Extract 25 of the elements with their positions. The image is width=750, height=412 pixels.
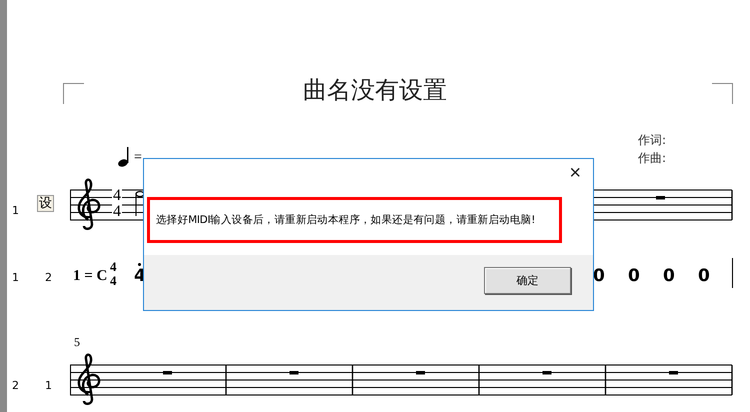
composer-label: 作曲: bbox=[638, 150, 666, 167]
measure-number: 5 bbox=[74, 335, 80, 350]
numbered-note: 0 bbox=[698, 266, 710, 286]
numbered-note: 0 bbox=[628, 266, 640, 286]
time-signature-digit: 4 bbox=[112, 204, 122, 219]
settings-button[interactable]: 设 bbox=[37, 195, 54, 212]
tempo-marking: = bbox=[134, 150, 142, 166]
track-number: 1 bbox=[45, 379, 52, 392]
ok-button[interactable]: 确定 bbox=[484, 267, 571, 294]
numbered-note: 0 bbox=[593, 266, 605, 286]
track-number: 2 bbox=[12, 379, 19, 392]
corner-mark bbox=[712, 83, 733, 104]
track-number: 1 bbox=[12, 271, 19, 284]
score-title: 曲名没有设置 bbox=[302, 75, 448, 106]
key-signature: 1 = C bbox=[73, 268, 108, 285]
track-number: 2 bbox=[45, 271, 52, 284]
time-signature-digit: 4 bbox=[110, 260, 116, 274]
track-number: 1 bbox=[12, 204, 19, 217]
time-signature-digit: 4 bbox=[110, 274, 116, 288]
corner-mark bbox=[63, 83, 84, 104]
numbered-note: 0 bbox=[663, 266, 675, 286]
dialog-message: 选择好MIDI输入设备后，请重新启动本程序，如果还是有问题，请重新启动电脑! bbox=[156, 213, 536, 227]
close-button[interactable]: × bbox=[565, 161, 585, 185]
time-signature-digit: 4 bbox=[112, 188, 122, 203]
lyricist-label: 作词: bbox=[638, 132, 666, 149]
